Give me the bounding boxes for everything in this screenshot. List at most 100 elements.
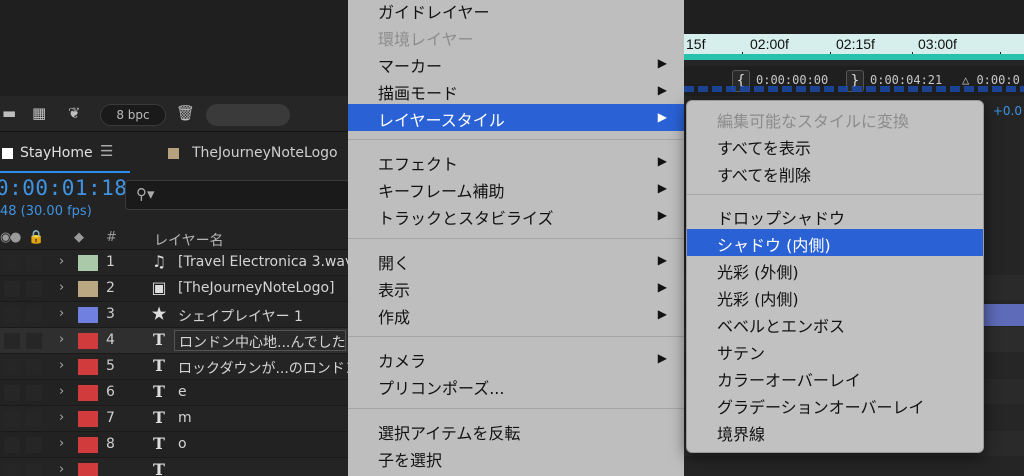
folder-icon[interactable]: ▬ (2, 104, 16, 122)
menu-item[interactable]: レイヤースタイル ▶ (348, 104, 684, 131)
menu-item[interactable]: 作成 ▶ (348, 301, 684, 328)
menu-item[interactable]: トラックとスタビライズ ▶ (348, 202, 684, 229)
layer-row[interactable]: › 1 ♫ [Travel Electronica 3.wav] (0, 250, 350, 276)
solo-icon[interactable]: ● (10, 230, 21, 245)
layer-switch-box[interactable] (26, 307, 42, 323)
tab-thejourneynotelogo[interactable]: TheJourneyNoteLogo (192, 145, 338, 161)
current-timecode[interactable]: 0:00:01:18 (0, 176, 127, 200)
layer-switch-box[interactable] (4, 307, 20, 323)
layer-name[interactable]: [Travel Electronica 3.wav] (178, 254, 350, 270)
layer-row[interactable]: › 6 Te (0, 380, 350, 406)
bit-depth-button[interactable]: 8 bpc (100, 104, 166, 126)
layer-label-color[interactable] (78, 333, 98, 349)
layer-name[interactable]: m (178, 410, 350, 426)
chevron-right-icon[interactable]: › (59, 280, 64, 295)
layer-switch-box[interactable] (26, 437, 42, 453)
layer-label-color[interactable] (78, 307, 98, 323)
layer-switch-box[interactable] (26, 463, 42, 476)
menu-item[interactable]: 選択アイテムを反転 (348, 417, 684, 444)
layer-label-color[interactable] (78, 359, 98, 375)
submenu-item-label: 境界線 (717, 425, 766, 444)
chevron-right-icon[interactable]: › (59, 384, 64, 399)
layer-switch-box[interactable] (26, 385, 42, 401)
layer-name[interactable]: e (178, 384, 350, 400)
submenu-item[interactable]: シャドウ (内側) (687, 229, 983, 256)
layer-label-color[interactable] (78, 463, 98, 476)
tab-stayhome[interactable]: StayHome ☰ (0, 135, 130, 173)
layer-switch-box[interactable] (4, 437, 20, 453)
menu-item[interactable]: 開く ▶ (348, 247, 684, 274)
layer-name[interactable]: シェイプレイヤー 1 (178, 306, 350, 326)
chevron-right-icon[interactable]: › (59, 332, 64, 347)
chevron-right-icon[interactable]: › (59, 436, 64, 451)
layer-row[interactable]: › 2 ▣ [TheJourneyNoteLogo] (0, 276, 350, 302)
chevron-right-icon[interactable]: › (59, 306, 64, 321)
layer-name[interactable]: o (178, 436, 350, 452)
feather-icon[interactable]: ❦ (68, 104, 81, 122)
zoom-value[interactable]: +0.0 (993, 104, 1022, 118)
composition-icon[interactable]: ▦ (32, 104, 46, 122)
layer-row[interactable]: › T (0, 458, 350, 476)
submenu-item[interactable]: ベベルとエンボス (687, 310, 983, 337)
layer-label-color[interactable] (78, 437, 98, 453)
layer-switch-box[interactable] (26, 411, 42, 427)
layer-type-icon: T (153, 408, 165, 427)
layer-label-color[interactable] (78, 281, 98, 297)
layer-switch-box[interactable] (4, 281, 20, 297)
menu-item[interactable]: ガイドレイヤー (348, 0, 684, 23)
submenu-item[interactable]: 光彩 (外側) (687, 256, 983, 283)
menu-item[interactable]: 表示 ▶ (348, 274, 684, 301)
menu-item[interactable]: エフェクト ▶ (348, 148, 684, 175)
submenu-item[interactable]: ドロップシャドウ (687, 202, 983, 229)
layer-row[interactable]: › 8 To (0, 432, 350, 458)
submenu-item[interactable]: カラーオーバーレイ (687, 364, 983, 391)
submenu-item[interactable]: すべてを表示 (687, 132, 983, 159)
layer-row[interactable]: › 3 ★ シェイプレイヤー 1 (0, 302, 350, 328)
layer-name[interactable]: ロックダウンが...のロンドン (178, 358, 350, 378)
menu-item[interactable]: マーカー ▶ (348, 50, 684, 77)
layer-switch-box[interactable] (26, 359, 42, 375)
chevron-right-icon[interactable]: › (59, 254, 64, 269)
layer-switch-box[interactable] (4, 359, 20, 375)
out-point-time[interactable]: 0:00:04:21 (870, 73, 942, 87)
submenu-item[interactable]: グラデーションオーバーレイ (687, 391, 983, 418)
layer-row[interactable]: › 7 Tm (0, 406, 350, 432)
submenu-item[interactable]: 境界線 (687, 418, 983, 445)
lock-icon[interactable]: 🔒 (28, 230, 44, 245)
work-area-bar[interactable] (684, 54, 1024, 60)
layer-duration-bar[interactable] (984, 304, 1024, 326)
menu-item[interactable]: 子を選択 (348, 444, 684, 471)
layer-row[interactable]: › 4 T ロンドン中心地...んでした (0, 328, 350, 354)
layer-label-color[interactable] (78, 411, 98, 427)
layer-switch-box[interactable] (26, 281, 42, 297)
submenu-item[interactable]: サテン (687, 337, 983, 364)
submenu-item[interactable]: すべてを削除 (687, 159, 983, 186)
menu-item[interactable]: カメラ ▶ (348, 345, 684, 372)
layer-name[interactable]: ロンドン中心地...んでした (174, 330, 346, 351)
layer-label-color[interactable] (78, 255, 98, 271)
layer-switch-box[interactable] (26, 255, 42, 271)
layer-switch-box[interactable] (4, 411, 20, 427)
menu-item[interactable]: キーフレーム補助 ▶ (348, 175, 684, 202)
layer-switch-box[interactable] (4, 333, 20, 349)
layer-row[interactable]: › 5 T ロックダウンが...のロンドン (0, 354, 350, 380)
layer-switch-box[interactable] (4, 463, 20, 476)
layer-name[interactable]: [TheJourneyNoteLogo] (178, 280, 350, 296)
trash-icon[interactable]: 🗑 (176, 104, 195, 122)
layer-switch-box[interactable] (26, 333, 42, 349)
layer-name-header[interactable]: レイヤー名 (154, 230, 224, 250)
layer-switch-box[interactable] (4, 255, 20, 271)
menu-item[interactable]: プリコンポーズ... (348, 372, 684, 399)
in-point-time[interactable]: 0:00:00:00 (756, 73, 828, 87)
chevron-right-icon[interactable]: › (59, 410, 64, 425)
layer-search-input[interactable]: ⚲▾ (125, 180, 350, 210)
menu-item[interactable]: 描画モード ▶ (348, 77, 684, 104)
layer-switch-box[interactable] (4, 385, 20, 401)
label-tag-icon[interactable]: ◆ (74, 230, 84, 245)
menu-icon[interactable]: ☰ (100, 142, 113, 160)
chevron-right-icon[interactable]: › (59, 358, 64, 373)
duration-time[interactable]: △ 0:00:0 (962, 73, 1020, 87)
layer-label-color[interactable] (78, 385, 98, 401)
submenu-item[interactable]: 光彩 (内側) (687, 283, 983, 310)
chevron-right-icon[interactable]: › (59, 462, 64, 476)
